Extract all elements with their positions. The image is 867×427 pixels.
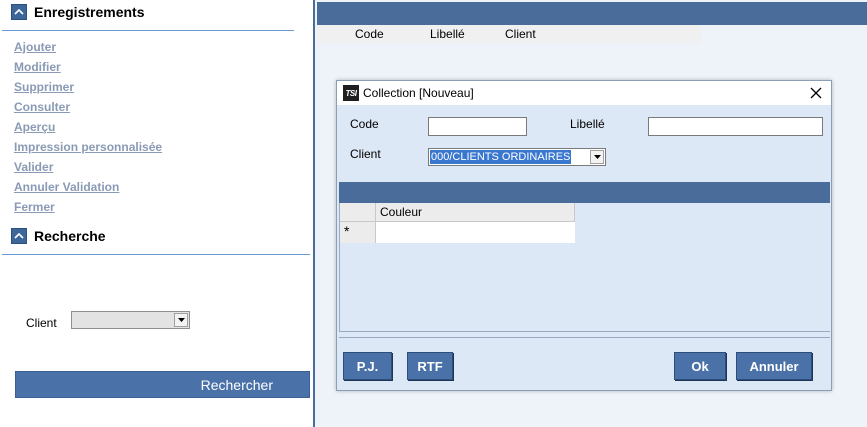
column-header-code[interactable]: Code (355, 27, 384, 41)
left-panel: Enregistrements Ajouter Modifier Supprim… (0, 0, 315, 427)
libelle-label: Libellé (570, 117, 605, 131)
collection-dialog: TSI Collection [Nouveau] Code Libellé Cl… (336, 80, 832, 391)
recherche-title: Recherche (34, 228, 106, 244)
menu-item-consulter[interactable]: Consulter (14, 100, 162, 120)
search-button[interactable]: Rechercher (15, 371, 310, 398)
list-toolbar (317, 2, 867, 25)
client-label: Client (350, 147, 381, 161)
close-icon[interactable] (809, 86, 823, 100)
enregistrements-title: Enregistrements (34, 4, 145, 20)
section-divider (2, 30, 294, 31)
menu-item-impression-personnalisee[interactable]: Impression personnalisée (14, 140, 162, 160)
column-header-couleur[interactable]: Couleur (376, 203, 575, 222)
libelle-input[interactable] (648, 117, 823, 136)
column-header-libelle[interactable]: Libellé (430, 27, 465, 41)
collapse-chevron-icon[interactable] (11, 4, 27, 20)
collapse-chevron-icon[interactable] (11, 228, 27, 244)
app-logo-icon: TSI (343, 85, 359, 101)
client-select[interactable]: 000/CLIENTS ORDINAIRES (428, 148, 606, 166)
grid-row-header-corner (340, 203, 376, 222)
dropdown-arrow-icon[interactable] (174, 313, 188, 327)
grid-cell-couleur[interactable] (376, 222, 575, 243)
menu-item-annuler-validation[interactable]: Annuler Validation (14, 180, 162, 200)
menu-item-fermer[interactable]: Fermer (14, 200, 162, 220)
client-filter-select[interactable] (71, 311, 190, 329)
menu-item-supprimer[interactable]: Supprimer (14, 80, 162, 100)
menu-item-valider[interactable]: Valider (14, 160, 162, 180)
couleur-grid: Couleur * (339, 203, 830, 332)
recherche-header[interactable]: Recherche (0, 225, 106, 247)
code-input[interactable] (428, 117, 527, 136)
client-filter-label: Client (26, 316, 57, 330)
list-column-headers: Code Libellé Client (317, 25, 701, 43)
menu-item-modifier[interactable]: Modifier (14, 60, 162, 80)
section-divider (2, 254, 310, 255)
dropdown-arrow-icon[interactable] (590, 150, 604, 164)
dialog-divider (339, 337, 830, 338)
menu-item-ajouter[interactable]: Ajouter (14, 40, 162, 60)
new-row-marker: * (340, 222, 376, 243)
code-label: Code (350, 117, 379, 131)
enregistrements-header[interactable]: Enregistrements (0, 1, 144, 23)
actions-menu: Ajouter Modifier Supprimer Consulter Ape… (14, 40, 162, 220)
dialog-titlebar[interactable]: TSI Collection [Nouveau] (337, 81, 831, 105)
pj-button[interactable]: P.J. (343, 352, 392, 380)
client-select-value: 000/CLIENTS ORDINAIRES (430, 150, 572, 164)
menu-item-apercu[interactable]: Aperçu (14, 120, 162, 140)
grid-toolbar (339, 182, 830, 203)
dialog-title: Collection [Nouveau] (363, 86, 474, 100)
rtf-button[interactable]: RTF (407, 352, 453, 380)
column-header-client[interactable]: Client (505, 27, 536, 41)
annuler-button[interactable]: Annuler (736, 352, 812, 380)
ok-button[interactable]: Ok (674, 352, 726, 380)
